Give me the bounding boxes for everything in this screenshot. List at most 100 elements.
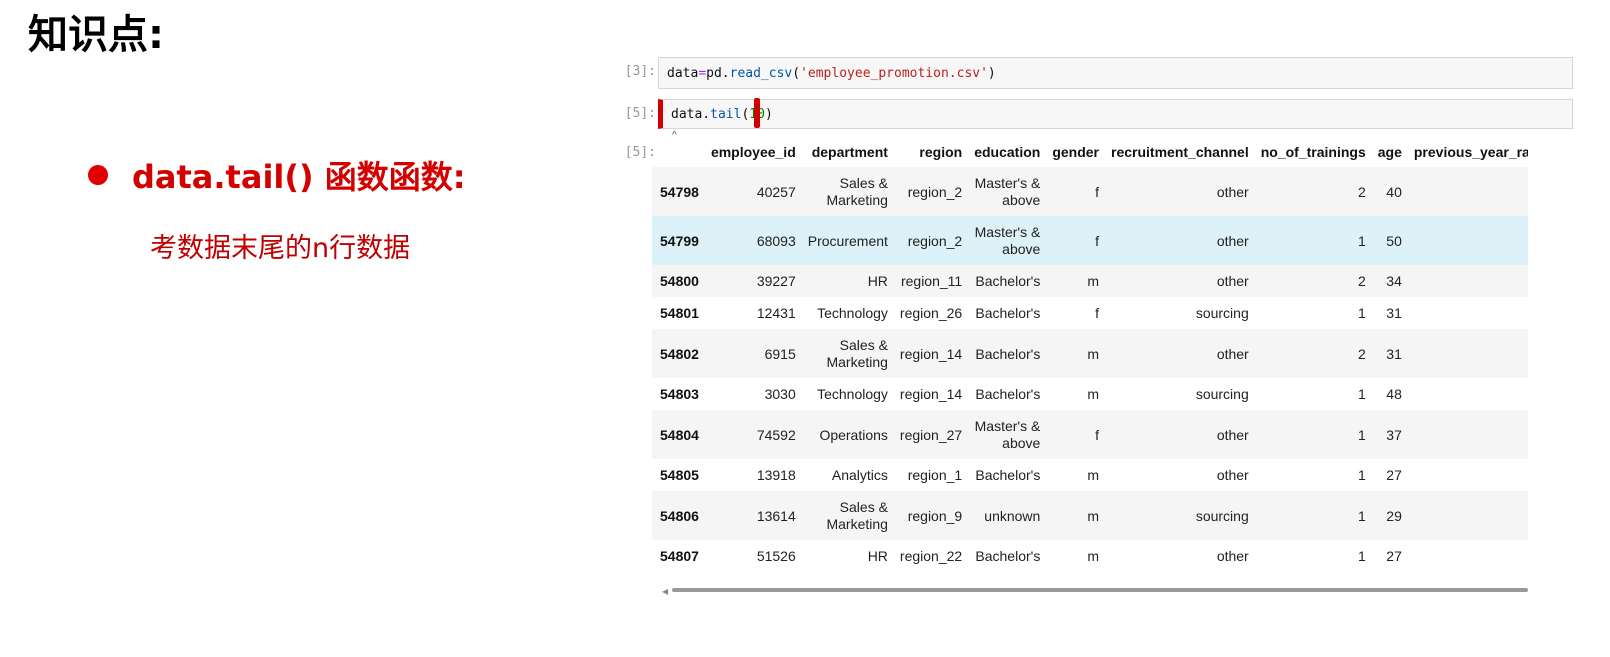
table-row: 54800 39227 HR region_11 Bachelor's m other 2 34… xyxy=(652,265,1528,297)
slide-title: 知识点: xyxy=(28,12,164,58)
table-cell: region_1 xyxy=(907,467,963,483)
table-cell: Bachelor's xyxy=(975,345,1041,362)
column-header: education xyxy=(974,144,1041,160)
table-cell: 27 xyxy=(1386,548,1402,564)
column-header: employee_id xyxy=(710,144,796,160)
dataframe-table: employee_id department region education gend… xyxy=(652,137,1528,572)
code-token: tail xyxy=(710,106,742,122)
table-row: 54807 51526 HR region_22 Bachelor's m other 1 27… xyxy=(652,540,1528,572)
row-index: 54801 xyxy=(660,305,699,321)
table-cell: 5.0 xyxy=(1408,459,1528,491)
code-token: 'employee_promotion.csv' xyxy=(800,65,988,81)
code-cell-input[interactable]: data = pd. read_csv('employee_promotion.c… xyxy=(658,57,1573,89)
table-cell: Sales & Marketing xyxy=(826,336,888,370)
table-cell: m xyxy=(1087,467,1100,483)
table-cell: region_2 xyxy=(907,232,963,249)
scrollbar-thumb[interactable] xyxy=(672,588,1528,592)
highlight-bracket xyxy=(754,98,760,128)
code-token: ( xyxy=(792,65,801,81)
bullet-dot-icon xyxy=(88,165,108,185)
row-index: 54804 xyxy=(660,426,699,443)
table-cell: 2 xyxy=(1357,183,1366,200)
table-cell: other xyxy=(1216,345,1249,362)
table-cell: 1.0 xyxy=(1408,329,1528,378)
table-cell: 34 xyxy=(1386,273,1402,289)
row-index: 54806 xyxy=(660,507,699,524)
table-cell: sourcing xyxy=(1195,305,1249,321)
jupyter-notebook: [3]: data = pd. read_csv('employee_promot… xyxy=(620,0,1610,657)
table-cell: sourcing xyxy=(1195,507,1249,524)
table-cell: HR xyxy=(867,273,888,289)
table-cell: 5.0 xyxy=(1408,265,1528,297)
table-cell: region_9 xyxy=(907,507,963,524)
table-cell: 39227 xyxy=(756,273,796,289)
table-cell: 3.0 xyxy=(1408,378,1528,410)
table-cell: Operations xyxy=(819,426,888,443)
table-cell: Analytics xyxy=(831,467,888,483)
table-cell: Bachelor's xyxy=(975,467,1041,483)
table-row: 54804 74592 Operations region_27 Master's & … xyxy=(652,410,1528,459)
cell-prompt: [3]: xyxy=(624,64,656,79)
column-header: department xyxy=(811,144,888,160)
table-cell: other xyxy=(1216,232,1249,249)
table-cell: region_2 xyxy=(907,183,963,200)
row-index: 54807 xyxy=(660,548,699,564)
table-cell: 2 xyxy=(1357,273,1366,289)
code-token: data. xyxy=(671,106,711,122)
table-cell: Bachelor's xyxy=(975,273,1041,289)
table-cell: Bachelor's xyxy=(975,548,1041,564)
code-token: pd. xyxy=(706,65,730,81)
table-cell: 12431 xyxy=(756,305,796,321)
code-token: read_csv xyxy=(729,65,793,81)
table-cell: 27 xyxy=(1386,467,1402,483)
output-prompt: [5]: xyxy=(624,145,656,160)
table-cell: 1.0 xyxy=(1408,540,1528,572)
table-cell: m xyxy=(1087,507,1100,524)
dataframe-output: employee_id department region education gend… xyxy=(652,137,1528,577)
table-cell: 5.0 xyxy=(1408,167,1528,216)
table-cell: NaN xyxy=(1408,297,1528,329)
table-cell: 6915 xyxy=(764,345,796,362)
table-cell: 37 xyxy=(1386,426,1402,443)
bullet-title: data.tail() 函数函数: xyxy=(132,158,466,196)
table-cell: 31 xyxy=(1386,305,1402,321)
table-cell: 74592 xyxy=(756,426,796,443)
code-cell-input-active[interactable]: data.tail(10) xyxy=(658,99,1573,129)
table-cell: region_26 xyxy=(899,305,963,321)
table-cell: 51526 xyxy=(756,548,796,564)
code-token: = xyxy=(698,65,707,81)
table-cell: other xyxy=(1216,548,1249,564)
table-row: 54805 13918 Analytics region_1 Bachelor's m ot… xyxy=(652,459,1528,491)
table-cell: 40257 xyxy=(756,183,796,200)
table-row: 54798 40257 Sales & Marketing region_2 Maste… xyxy=(652,167,1528,216)
table-cell: 13614 xyxy=(756,507,796,524)
row-index: 54800 xyxy=(660,273,699,289)
table-cell: 1 xyxy=(1357,467,1366,483)
table-cell: 1 xyxy=(1357,548,1366,564)
scroll-left-icon[interactable]: ◀ xyxy=(662,587,668,596)
column-header xyxy=(652,137,705,167)
table-cell: 68093 xyxy=(756,232,796,249)
table-cell: region_14 xyxy=(899,345,963,362)
table-cell: 31 xyxy=(1386,345,1402,362)
table-cell: Bachelor's xyxy=(975,386,1041,402)
column-header: age xyxy=(1377,144,1402,160)
table-cell: Master's & above xyxy=(974,223,1041,257)
table-cell: 1 xyxy=(1357,386,1366,402)
table-cell: region_27 xyxy=(899,426,963,443)
table-cell: other xyxy=(1216,426,1249,443)
table-cell: 2 xyxy=(1357,345,1366,362)
table-cell: sourcing xyxy=(1195,386,1249,402)
horizontal-scrollbar[interactable]: ◀ xyxy=(662,586,1528,596)
table-cell: 13918 xyxy=(756,467,796,483)
table-row: 54801 12431 Technology region_26 Bachelor's f… xyxy=(652,297,1528,329)
row-index: 54799 xyxy=(660,232,699,249)
table-cell: f xyxy=(1095,232,1100,249)
row-index: 54803 xyxy=(660,386,699,402)
table-cell: Master's & above xyxy=(974,174,1041,208)
table-cell: m xyxy=(1087,386,1100,402)
table-cell: 48 xyxy=(1386,386,1402,402)
table-cell: region_14 xyxy=(899,386,963,402)
table-cell: f xyxy=(1095,305,1100,321)
table-cell: Technology xyxy=(817,386,888,402)
